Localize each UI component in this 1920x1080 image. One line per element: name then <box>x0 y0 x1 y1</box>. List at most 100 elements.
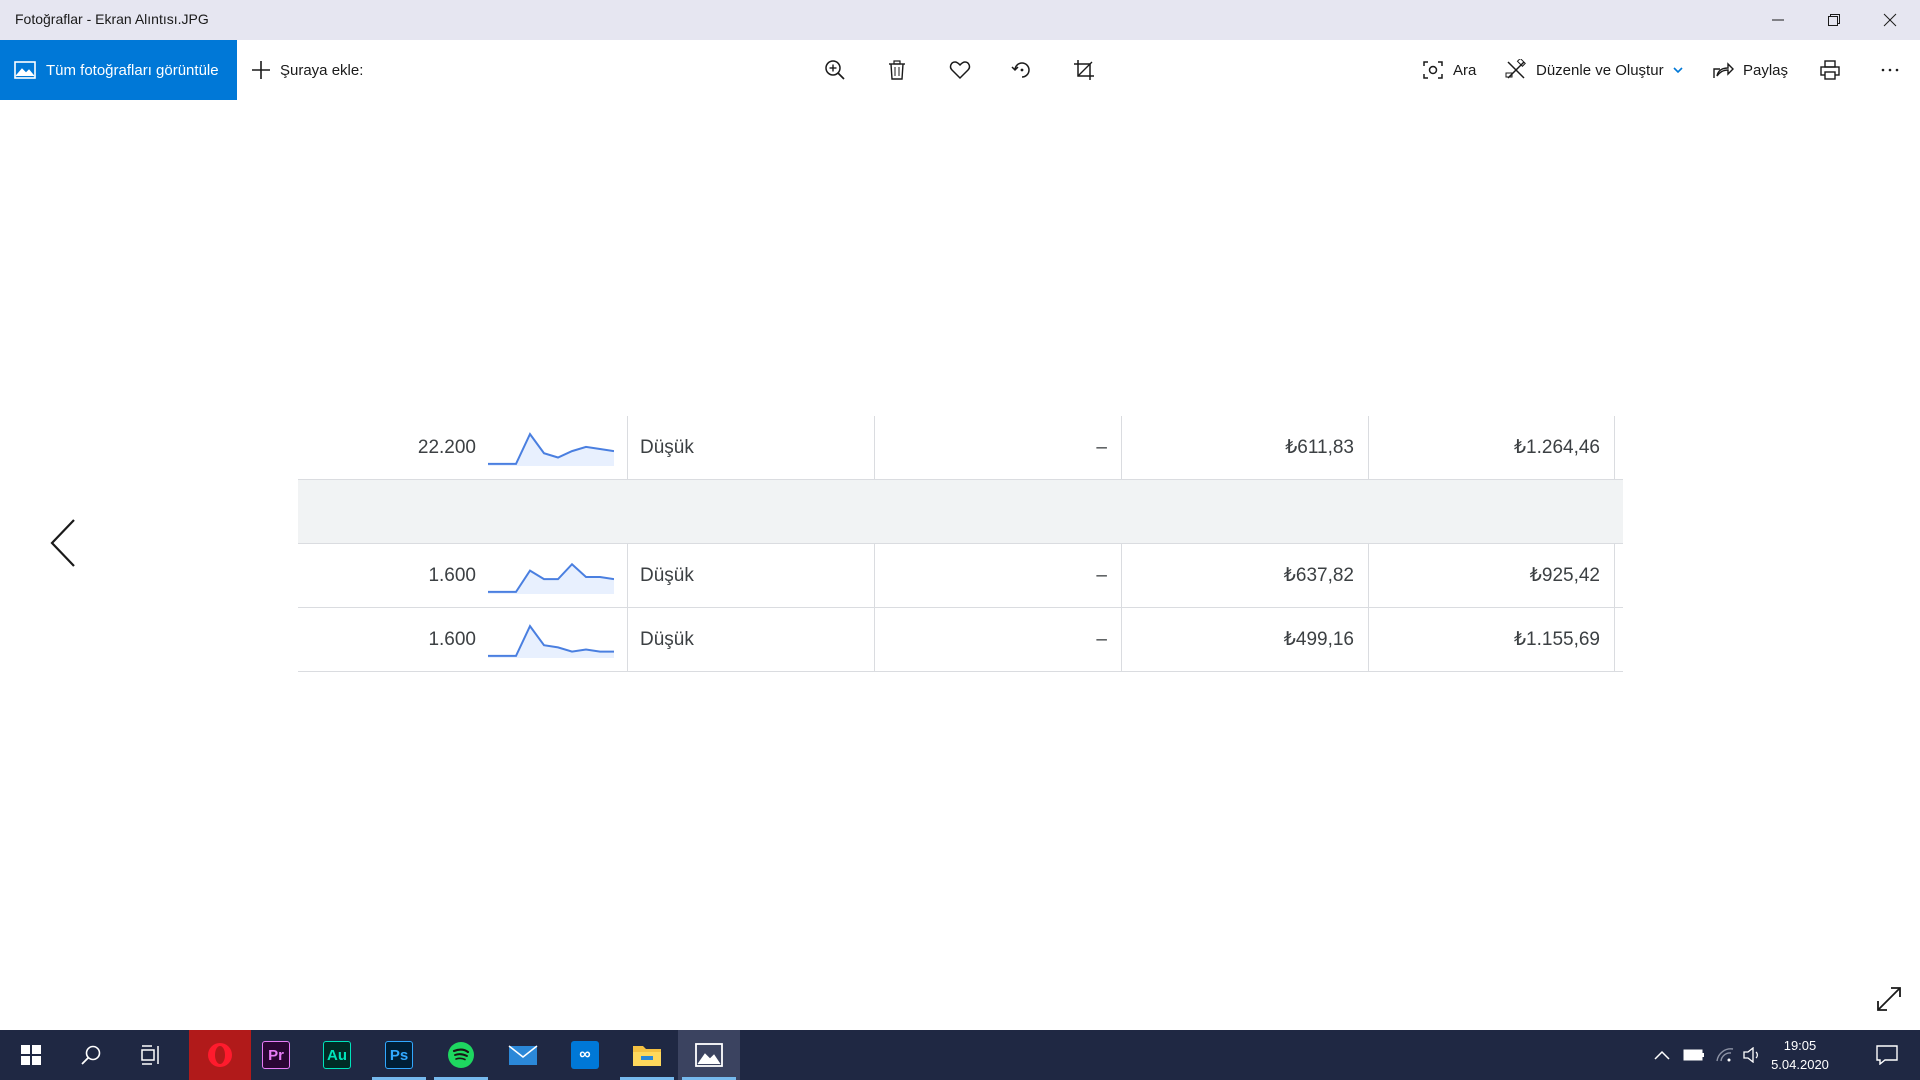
close-button[interactable] <box>1862 0 1918 40</box>
action-center-button[interactable] <box>1862 1030 1912 1080</box>
table-row: 1.600 Düşük – ₺637,82 ₺925,42 <box>298 544 1623 608</box>
heart-icon <box>949 61 971 80</box>
crop-button[interactable] <box>1064 50 1104 90</box>
zoom-in-icon <box>825 60 845 80</box>
clock[interactable]: 19:05 5.04.2020 <box>1760 1036 1840 1074</box>
empty-row <box>298 480 1623 544</box>
sparkline-chart <box>488 431 614 466</box>
share-button[interactable]: Paylaş <box>1712 40 1788 100</box>
zoom-button[interactable] <box>815 50 855 90</box>
add-to-label: Şuraya ekle: <box>280 61 364 79</box>
chevron-up-icon <box>1654 1050 1670 1060</box>
taskbar: Pr Au Ps ∞ 19:05 5.04.2020 <box>0 1030 1920 1080</box>
spotify-icon <box>448 1042 474 1068</box>
change-cell: – <box>874 544 1121 607</box>
more-options-button[interactable] <box>1870 50 1910 90</box>
sparkline-chart <box>488 562 614 594</box>
bid-low-cell: ₺611,83 <box>1121 416 1368 479</box>
bid-low-cell: ₺637,82 <box>1121 544 1368 607</box>
volume-cell: 1.600 <box>428 628 476 650</box>
favorite-button[interactable] <box>940 50 980 90</box>
title-bar: Fotoğraflar - Ekran Alıntısı.JPG <box>0 0 1920 40</box>
table-row: 22.200 Düşük – ₺611,83 ₺1.264,46 <box>298 416 1623 480</box>
sparkline-area <box>488 433 614 466</box>
opera-icon <box>208 1043 232 1067</box>
volume-cell: 22.200 <box>417 436 476 458</box>
notification-icon <box>1876 1045 1898 1065</box>
speaker-icon <box>1743 1047 1758 1063</box>
competition-cell: Düşük <box>627 416 874 479</box>
volume-cell: 1.600 <box>428 564 476 586</box>
view-all-label: Tüm fotoğrafları görüntüle <box>46 61 219 79</box>
folder-icon <box>633 1046 661 1066</box>
trash-icon <box>889 60 905 80</box>
restore-button[interactable] <box>1806 0 1862 40</box>
competition-cell: Düşük <box>627 608 874 671</box>
add-to-button[interactable]: Şuraya ekle: <box>250 40 363 100</box>
task-view-button[interactable] <box>120 1030 182 1080</box>
wifi-icon <box>1716 1048 1734 1062</box>
search-taskbar-button[interactable] <box>60 1030 122 1080</box>
taskbar-app-opera[interactable] <box>189 1030 251 1080</box>
edit-icon <box>1505 59 1526 79</box>
edit-create-label: Düzenle ve Oluştur <box>1536 61 1664 79</box>
crop-icon <box>1074 60 1094 80</box>
competition-cell: Düşük <box>627 544 874 607</box>
photo-image: 22.200 Düşük – ₺611,83 ₺1.264,46 1.600 D… <box>298 416 1623 674</box>
taskbar-app-photoshop[interactable]: Ps <box>368 1030 430 1080</box>
bid-low-cell: ₺499,16 <box>1121 608 1368 671</box>
trend-sparkline <box>488 544 616 607</box>
taskbar-app-mail[interactable] <box>492 1030 554 1080</box>
photoshop-icon: Ps <box>385 1041 413 1069</box>
show-hidden-icons-button[interactable] <box>1650 1030 1674 1080</box>
visual-search-icon <box>1423 61 1443 79</box>
sparkline-area <box>488 625 614 658</box>
audition-icon: Au <box>323 1041 351 1069</box>
photos-app-icon <box>695 1043 723 1067</box>
ellipsis-icon <box>1881 68 1899 72</box>
view-all-photos-button[interactable]: Tüm fotoğrafları görüntüle <box>0 40 237 100</box>
table-row: 1.600 Düşük – ₺499,16 ₺1.155,69 <box>298 608 1623 672</box>
trend-sparkline <box>488 416 616 479</box>
printer-icon <box>1820 60 1840 80</box>
minimize-button[interactable] <box>1750 0 1806 40</box>
taskbar-app-infinity[interactable]: ∞ <box>554 1030 616 1080</box>
previous-photo-button[interactable] <box>40 510 86 576</box>
share-label: Paylaş <box>1743 61 1789 79</box>
infinity-icon: ∞ <box>571 1041 599 1069</box>
task-view-icon <box>141 1045 159 1065</box>
full-screen-button[interactable] <box>1874 984 1904 1014</box>
change-cell: – <box>874 608 1121 671</box>
window-title: Fotoğraflar - Ekran Alıntısı.JPG <box>15 11 209 27</box>
search-icon <box>81 1045 101 1065</box>
sparkline-chart <box>488 623 614 658</box>
start-button[interactable] <box>0 1030 62 1080</box>
taskbar-app-audition[interactable]: Au <box>306 1030 368 1080</box>
taskbar-app-spotify[interactable] <box>430 1030 492 1080</box>
battery-button[interactable] <box>1680 1030 1708 1080</box>
bid-high-cell: ₺1.264,46 <box>1368 416 1615 479</box>
command-bar: Tüm fotoğrafları görüntüle Şuraya ekle: … <box>0 40 1920 100</box>
restore-icon <box>1828 14 1840 26</box>
taskbar-app-file-explorer[interactable] <box>616 1030 678 1080</box>
chevron-left-icon <box>50 519 75 567</box>
print-button[interactable] <box>1810 50 1850 90</box>
clock-date: 5.04.2020 <box>1771 1057 1829 1072</box>
close-icon <box>1883 13 1897 27</box>
network-button[interactable] <box>1712 1030 1738 1080</box>
premiere-icon: Pr <box>262 1041 290 1069</box>
taskbar-app-premiere[interactable]: Pr <box>245 1030 307 1080</box>
plus-icon <box>252 61 270 79</box>
bid-high-cell: ₺925,42 <box>1368 544 1615 607</box>
trend-sparkline <box>488 608 616 671</box>
rotate-button[interactable] <box>1002 50 1042 90</box>
search-button[interactable]: Ara <box>1422 40 1476 100</box>
share-icon <box>1713 62 1734 78</box>
change-cell: – <box>874 416 1121 479</box>
chevron-down-icon <box>1672 67 1683 74</box>
delete-button[interactable] <box>877 50 917 90</box>
battery-icon <box>1683 1049 1704 1061</box>
expand-icon <box>1877 987 1901 1011</box>
taskbar-app-photos[interactable] <box>678 1030 740 1080</box>
edit-create-button[interactable]: Düzenle ve Oluştur <box>1505 40 1684 100</box>
